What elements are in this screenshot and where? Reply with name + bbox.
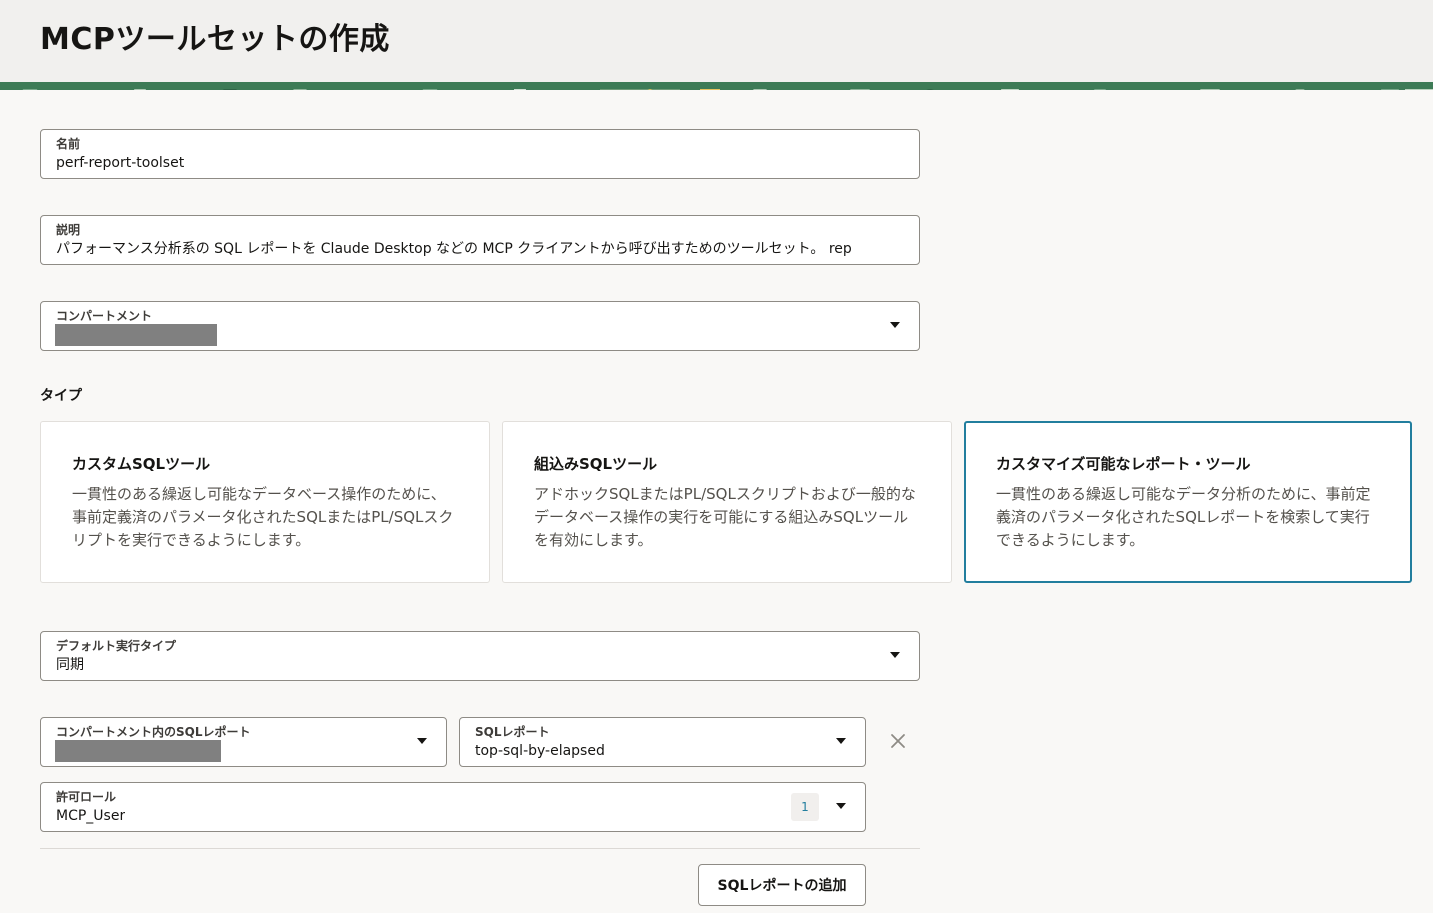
description-field-label: 説明 [56, 223, 81, 237]
compartment-value-redacted [55, 324, 217, 346]
report-compartment-label: コンパートメント内のSQLレポート [56, 725, 251, 739]
allowed-roles-select[interactable]: 許可ロール MCP_User 1 [40, 782, 866, 832]
page-header: MCPツールセットの作成 [0, 0, 1433, 82]
banner-pattern [0, 82, 1433, 90]
chevron-down-icon[interactable] [417, 738, 427, 744]
compartment-select-label: コンパートメント [56, 309, 153, 323]
description-field-value[interactable]: パフォーマンス分析系の SQL レポートを Claude Desktop などの… [56, 240, 906, 258]
type-section-label: タイプ [40, 388, 82, 404]
selected-count-badge: 1 [791, 793, 819, 821]
report-compartment-select[interactable]: コンパートメント内のSQLレポート [40, 717, 447, 767]
default-execution-type-select[interactable]: デフォルト実行タイプ 同期 [40, 631, 920, 681]
allowed-roles-label: 許可ロール [56, 790, 117, 804]
name-field[interactable]: 名前 perf-report-toolset [40, 129, 920, 179]
divider [40, 848, 920, 849]
name-field-label: 名前 [56, 137, 81, 151]
description-field[interactable]: 説明 パフォーマンス分析系の SQL レポートを Claude Desktop … [40, 215, 920, 265]
close-icon[interactable] [886, 729, 910, 753]
decorative-banner [0, 82, 1433, 90]
sql-report-label: SQLレポート [475, 725, 550, 739]
compartment-select[interactable]: コンパートメント [40, 301, 920, 351]
close-icon-glyph [891, 734, 905, 748]
default-execution-type-value: 同期 [56, 657, 84, 673]
chevron-down-icon[interactable] [890, 322, 900, 328]
default-execution-type-label: デフォルト実行タイプ [56, 639, 177, 653]
add-sql-report-button[interactable]: SQLレポートの追加 [698, 864, 866, 906]
chevron-down-icon[interactable] [890, 652, 900, 658]
report-compartment-value-redacted [55, 740, 221, 762]
chevron-down-icon[interactable] [836, 803, 846, 809]
type-card-description: アドホックSQLまたはPL/SQLスクリプトおよび一般的なデータベース操作の実行… [534, 485, 916, 549]
type-card-description: 一貫性のある繰返し可能なデータ分析のために、事前定義済のパラメータ化されたSQL… [996, 485, 1371, 549]
type-card-customizable-report-tool[interactable]: カスタマイズ可能なレポート・ツール 一貫性のある繰返し可能なデータ分析のために、… [964, 421, 1412, 583]
sql-report-select[interactable]: SQLレポート top-sql-by-elapsed [459, 717, 866, 767]
sql-report-value: top-sql-by-elapsed [475, 743, 605, 759]
type-card-title: 組込みSQLツール [534, 455, 658, 473]
type-card-description: 一貫性のある繰返し可能なデータベース操作のために、事前定義済のパラメータ化された… [72, 485, 454, 549]
name-field-value[interactable]: perf-report-toolset [56, 154, 906, 172]
chevron-down-icon[interactable] [836, 738, 846, 744]
type-card-title: カスタムSQLツール [72, 455, 211, 473]
type-card-builtin-sql-tool[interactable]: 組込みSQLツール アドホックSQLまたはPL/SQLスクリプトおよび一般的なデ… [502, 421, 952, 583]
type-card-custom-sql-tool[interactable]: カスタムSQLツール 一貫性のある繰返し可能なデータベース操作のために、事前定義… [40, 421, 490, 583]
allowed-roles-value: MCP_User [56, 808, 126, 824]
type-card-title: カスタマイズ可能なレポート・ツール [996, 455, 1251, 473]
page-title: MCPツールセットの作成 [40, 22, 390, 57]
